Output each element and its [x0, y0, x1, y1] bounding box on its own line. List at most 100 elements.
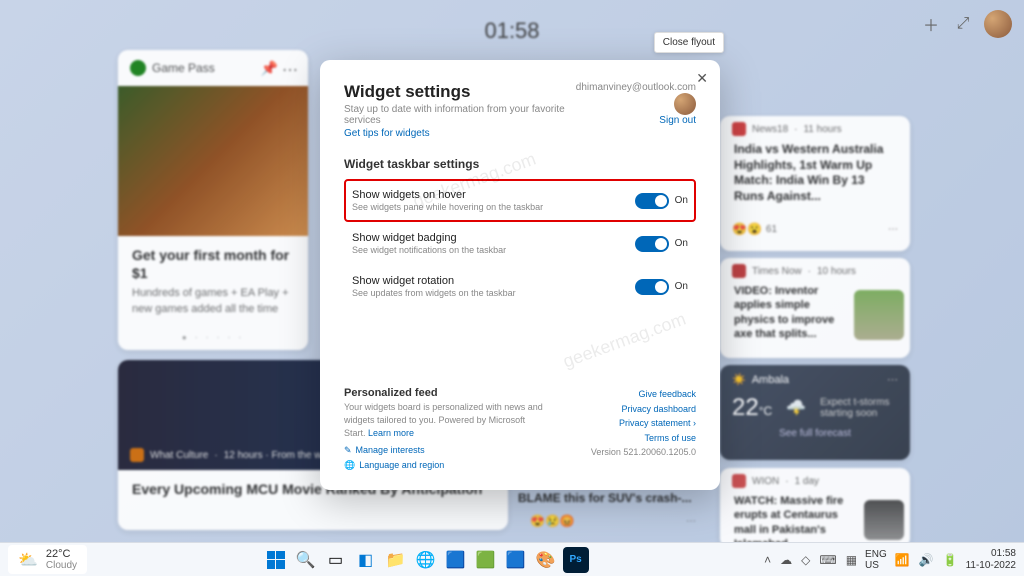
source-icon — [732, 122, 746, 136]
tile-source: Times Now — [752, 266, 802, 277]
pencil-icon: ✎ — [344, 443, 352, 457]
taskbar-clock[interactable]: 01:58 11-10-2022 — [966, 548, 1016, 572]
tile-title: Get your first month for $1 — [132, 246, 294, 282]
tile-meta: 10 hours — [817, 266, 856, 277]
tray-chevron-icon[interactable]: ˄ — [764, 553, 771, 567]
weather-temp: 22 — [732, 394, 759, 421]
explorer-icon[interactable]: 📁 — [383, 547, 409, 573]
tile-video[interactable]: Times Now· 10 hours VIDEO: Inventor appl… — [720, 258, 910, 358]
app2-icon[interactable]: 🟩 — [473, 547, 499, 573]
taskbar-center: 🔍 ▭ ◧ 📁 🌐 🟦 🟩 🟦 🎨 Ps — [263, 547, 589, 573]
carousel-dots[interactable]: ● · · · · · — [118, 327, 308, 348]
version-label: Version — [591, 447, 621, 457]
learn-more-link[interactable]: Learn more — [368, 428, 414, 438]
privacy-dashboard-link[interactable]: Privacy dashboard — [591, 402, 696, 416]
feedback-link[interactable]: Give feedback — [591, 387, 696, 401]
reaction-icon[interactable]: 😍😮 — [732, 222, 762, 236]
sun-icon: ☀️ — [732, 373, 746, 386]
close-button[interactable]: ✕ — [696, 70, 708, 87]
forecast-link[interactable]: See full forecast — [720, 422, 910, 445]
tile-thumb — [854, 290, 904, 340]
close-tooltip: Close flyout — [654, 32, 724, 53]
toggle-rotation[interactable] — [635, 279, 669, 295]
add-icon[interactable]: ＋ — [920, 13, 942, 35]
setting-desc: See widget notifications on the taskbar — [352, 245, 506, 255]
taskview-icon[interactable]: ▭ — [323, 547, 349, 573]
language-switch[interactable]: ENG US — [865, 549, 887, 571]
top-clock: 01:58 — [484, 18, 539, 44]
wifi-icon[interactable]: 📶 — [895, 553, 910, 567]
weather-location: Ambala — [752, 374, 789, 386]
tile-thumb — [864, 500, 904, 540]
tile-subtitle: Hundreds of games + EA Play + new games … — [132, 286, 294, 317]
version-value: 521.20060.1205.0 — [623, 447, 696, 457]
privacy-statement-link[interactable]: Privacy statement › — [591, 416, 696, 430]
tile-gamepass[interactable]: Game Pass 📌 ⋯ Get your first month for $… — [118, 50, 308, 350]
setting-desc: See updates from widgets on the taskbar — [352, 288, 516, 298]
weather-cond: Expect t-storms starting soon — [820, 397, 898, 419]
more-icon[interactable]: ⋯ — [282, 60, 298, 80]
section-heading: Widget taskbar settings — [344, 157, 696, 171]
language-region-link[interactable]: 🌐Language and region — [344, 458, 544, 472]
reaction-count: 61 — [766, 224, 777, 235]
setting-label: Show widget badging — [352, 232, 506, 244]
signout-link[interactable]: Sign out — [659, 115, 696, 126]
source-icon — [732, 474, 746, 488]
tile-source: WION — [752, 476, 779, 487]
tile-title: India vs Western Australia Highlights, 1… — [734, 142, 896, 204]
onedrive-icon[interactable]: ☁ — [780, 553, 792, 567]
setting-show-on-hover: Show widgets on hover See widgets pane w… — [344, 179, 696, 222]
taskbar-right: ˄ ☁ ◇ ⌨ ▦ ENG US 📶 🔊 🔋 01:58 11-10-2022 — [764, 548, 1016, 572]
search-icon[interactable]: 🔍 — [293, 547, 319, 573]
more-icon[interactable]: ⋯ — [686, 516, 696, 527]
tile-cricket[interactable]: News18· 11 hours India vs Western Austra… — [720, 116, 910, 251]
widgets-icon[interactable]: ◧ — [353, 547, 379, 573]
edge-icon[interactable]: 🌐 — [413, 547, 439, 573]
tips-link[interactable]: Get tips for widgets — [344, 128, 568, 139]
tile-meta: 1 day — [795, 476, 819, 487]
account-avatar[interactable] — [674, 93, 696, 115]
keyboard-icon[interactable]: ⌨ — [819, 553, 836, 567]
start-button[interactable] — [263, 547, 289, 573]
more-icon[interactable]: ⋯ — [887, 373, 898, 386]
location-icon[interactable]: ◇ — [801, 553, 810, 567]
reaction-icon[interactable]: 😍😢😡 — [530, 514, 575, 528]
toggle-hover[interactable] — [635, 193, 669, 209]
toggle-badging[interactable] — [635, 236, 669, 252]
storm-icon: 🌩️ — [786, 398, 806, 418]
pf-desc: Your widgets board is personalized with … — [344, 401, 544, 439]
tile-header: Game Pass — [118, 50, 308, 86]
terms-link[interactable]: Terms of use — [591, 431, 696, 445]
source-icon — [732, 264, 746, 278]
dialog-title: Widget settings — [344, 82, 568, 102]
tile-meta: 11 hours — [803, 124, 841, 135]
source-icon — [130, 448, 144, 462]
user-avatar[interactable] — [984, 10, 1012, 38]
tile-source: Game Pass — [152, 61, 215, 75]
more-icon[interactable]: ⋯ — [888, 224, 898, 235]
setting-desc: See widgets pane while hovering on the t… — [352, 202, 543, 212]
setting-label: Show widgets on hover — [352, 189, 543, 201]
tile-image — [118, 86, 308, 236]
widget-settings-dialog: Close flyout ✕ Widget settings Stay up t… — [320, 60, 720, 490]
toggle-state: On — [675, 281, 688, 292]
manage-interests-link[interactable]: ✎Manage interests — [344, 443, 544, 457]
tile-weather[interactable]: ☀️ Ambala ⋯ 22°C 🌩️ Expect t-storms star… — [720, 365, 910, 460]
app1-icon[interactable]: 🟦 — [443, 547, 469, 573]
xbox-icon — [130, 60, 146, 76]
expand-icon[interactable]: ⤢ — [952, 13, 974, 35]
volume-icon[interactable]: 🔊 — [919, 553, 934, 567]
battery-icon[interactable]: 🔋 — [943, 553, 958, 567]
taskbar-weather[interactable]: ⛅ 22°C Cloudy — [8, 545, 87, 574]
word-icon[interactable]: 🟦 — [503, 547, 529, 573]
paint-icon[interactable]: 🎨 — [533, 547, 559, 573]
toggle-state: On — [675, 238, 688, 249]
toggle-state: On — [675, 195, 688, 206]
tray-icon[interactable]: ▦ — [846, 553, 857, 567]
photoshop-icon[interactable]: Ps — [563, 547, 589, 573]
setting-rotation: Show widget rotation See updates from wi… — [344, 265, 696, 308]
pin-icon[interactable]: 📌 — [261, 60, 278, 77]
setting-badging: Show widget badging See widget notificat… — [344, 222, 696, 265]
tile-fire[interactable]: WION· 1 day WATCH: Massive fire erupts a… — [720, 468, 910, 548]
tile-meta: 12 hours · From the web — [224, 450, 333, 461]
